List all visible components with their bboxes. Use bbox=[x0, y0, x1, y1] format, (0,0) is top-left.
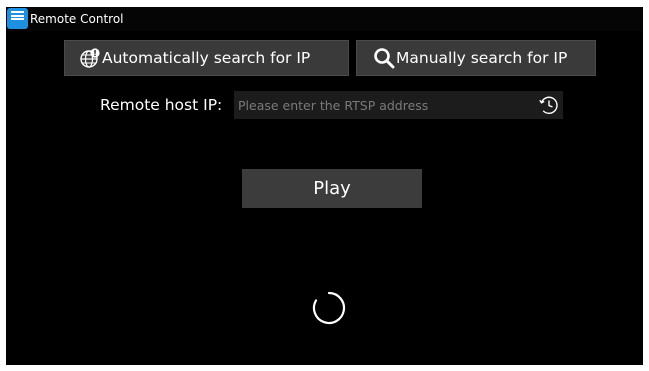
rtsp-address-input[interactable] bbox=[238, 91, 528, 119]
play-label: Play bbox=[313, 178, 351, 199]
remote-host-ip-label: Remote host IP: bbox=[100, 96, 223, 114]
auto-search-ip-button[interactable]: Automatically search for IP bbox=[64, 40, 349, 76]
window-title: Remote Control bbox=[30, 12, 124, 26]
globe-search-icon bbox=[80, 48, 100, 68]
manual-search-ip-button[interactable]: Manually search for IP bbox=[356, 40, 596, 76]
remote-control-app-icon bbox=[7, 8, 28, 29]
auto-search-ip-label: Automatically search for IP bbox=[102, 49, 311, 67]
loading-spinner-icon bbox=[312, 291, 346, 325]
rtsp-address-field[interactable] bbox=[234, 91, 563, 119]
play-button[interactable]: Play bbox=[242, 169, 422, 208]
app-window: Remote Control Automatically search for … bbox=[6, 7, 643, 365]
title-bar: Remote Control bbox=[6, 7, 643, 31]
history-icon[interactable] bbox=[537, 93, 561, 117]
manual-search-ip-label: Manually search for IP bbox=[396, 49, 568, 67]
search-icon bbox=[374, 48, 395, 69]
